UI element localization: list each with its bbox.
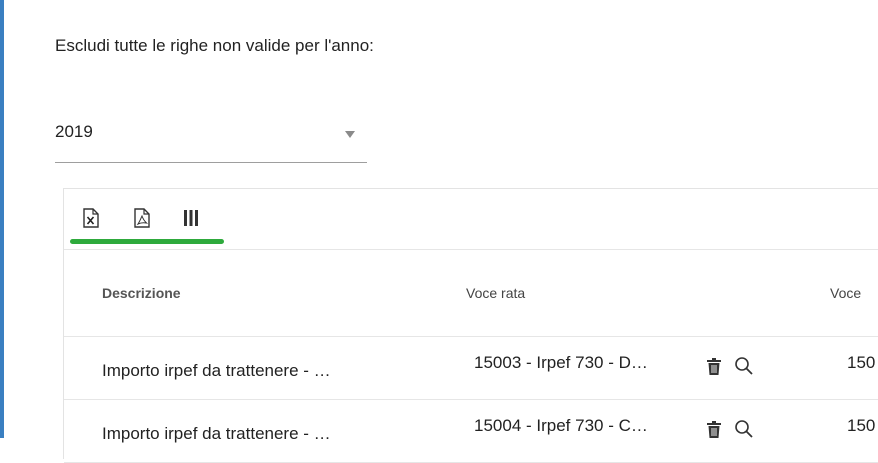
year-select-value: 2019 [55, 122, 93, 141]
cell-voce: 150 [847, 416, 876, 435]
cell-descrizione: Importo irpef da trattenere - … [102, 424, 331, 443]
pdf-export-button[interactable] [132, 207, 152, 229]
caret-down-icon [345, 131, 355, 138]
grid-toolbar [64, 189, 878, 250]
cell-descrizione: Importo irpef da trattenere - … [102, 361, 331, 380]
data-grid: Descrizione Voce rata Voce Importo irpef… [63, 188, 878, 463]
columns-icon [184, 210, 198, 226]
table-row[interactable]: Importo irpef da trattenere - … 15004 - … [64, 400, 878, 463]
toolbar-active-indicator [70, 239, 224, 244]
window-left-edge [0, 0, 4, 438]
column-header-voce[interactable]: Voce [830, 285, 861, 301]
filter-label: Escludi tutte le righe non valide per l'… [55, 36, 374, 55]
cell-voce-rata: 15003 - Irpef 730 - D… [474, 353, 648, 372]
pdf-file-icon [134, 208, 150, 228]
excel-export-button[interactable] [81, 207, 101, 229]
delete-button[interactable] [704, 355, 724, 377]
table-row[interactable]: Importo irpef da trattenere - … 15003 - … [64, 337, 878, 400]
columns-chooser-button[interactable] [181, 207, 201, 229]
excel-file-icon [83, 208, 99, 228]
search-icon [735, 357, 753, 375]
trash-icon [707, 358, 721, 375]
column-header-descrizione[interactable]: Descrizione [102, 285, 181, 301]
view-details-button[interactable] [733, 355, 753, 377]
table-header: Descrizione Voce rata Voce [64, 250, 878, 337]
delete-button[interactable] [704, 418, 724, 440]
year-select[interactable]: 2019 [55, 112, 367, 163]
cell-voce-rata: 15004 - Irpef 730 - C… [474, 416, 648, 435]
view-details-button[interactable] [733, 418, 753, 440]
cell-voce: 150 [847, 353, 876, 372]
column-header-voce-rata[interactable]: Voce rata [466, 285, 525, 301]
search-icon [735, 420, 753, 438]
trash-icon [707, 421, 721, 438]
